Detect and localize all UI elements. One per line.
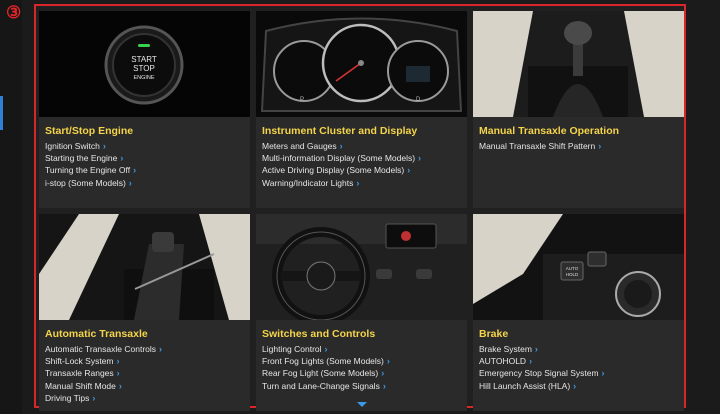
sidebar-active-indicator xyxy=(0,96,3,130)
chevron-right-icon: › xyxy=(598,141,602,151)
link-transaxle-ranges[interactable]: Transaxle Ranges › xyxy=(45,367,246,379)
chevron-right-icon: › xyxy=(159,344,163,354)
chevron-right-icon: › xyxy=(382,380,386,391)
link-emergency-stop-signal[interactable]: Emergency Stop Signal System › xyxy=(479,367,680,379)
link-manual-shift-pattern[interactable]: Manual Transaxle Shift Pattern › xyxy=(479,140,680,152)
card-start-stop-engine: START STOP ENGINE Start/Stop Engine Igni… xyxy=(39,11,250,208)
chevron-right-icon: › xyxy=(120,153,124,164)
chevron-right-icon: › xyxy=(601,368,605,379)
start-text: START xyxy=(131,55,157,64)
chevron-right-icon: › xyxy=(381,368,385,379)
link-meters-gauges[interactable]: Meters and Gauges › xyxy=(262,140,463,152)
chevron-right-icon: › xyxy=(418,153,422,164)
link-autohold[interactable]: AUTOHOLD › xyxy=(479,355,680,367)
link-automatic-transaxle-controls[interactable]: Automatic Transaxle Controls › xyxy=(45,343,246,355)
auto-text: AUTO xyxy=(566,266,579,271)
section-title[interactable]: Switches and Controls xyxy=(262,327,463,341)
chevron-right-icon: › xyxy=(534,344,538,354)
link-hill-launch-assist[interactable]: Hill Launch Assist (HLA) › xyxy=(479,380,680,392)
scroll-down-icon[interactable] xyxy=(357,402,367,407)
link-driving-tips[interactable]: Driving Tips › xyxy=(45,392,246,404)
stop-text: STOP xyxy=(133,64,155,73)
gear-p-text: P xyxy=(300,97,304,103)
steering-wheel-image[interactable] xyxy=(256,214,467,320)
chevron-right-icon: › xyxy=(407,165,411,176)
chevron-right-icon: › xyxy=(92,392,96,403)
chevron-right-icon: › xyxy=(133,165,137,176)
chevron-right-icon: › xyxy=(386,356,390,367)
chevron-right-icon: › xyxy=(116,356,120,367)
section-title[interactable]: Instrument Cluster and Display xyxy=(262,124,463,138)
automatic-shifter-image[interactable] xyxy=(39,214,250,320)
gear-d-text: D xyxy=(416,97,421,103)
link-lighting-control[interactable]: Lighting Control › xyxy=(262,343,463,355)
hold-text: HOLD xyxy=(566,272,579,277)
instrument-cluster-image[interactable]: P D xyxy=(256,11,467,117)
link-active-driving-display[interactable]: Active Driving Display (Some Models) › xyxy=(262,164,463,176)
chevron-right-icon: › xyxy=(573,380,577,391)
chevron-right-icon: › xyxy=(102,141,106,151)
chevron-right-icon: › xyxy=(118,380,122,391)
brake-controls-image[interactable]: AUTO HOLD xyxy=(473,214,684,320)
callout-number-badge: ③ xyxy=(6,3,22,22)
start-stop-button-image[interactable]: START STOP ENGINE xyxy=(39,11,250,117)
chevron-right-icon: › xyxy=(356,177,360,188)
section-title[interactable]: Brake xyxy=(479,327,680,341)
link-rear-fog-light[interactable]: Rear Fog Light (Some Models) › xyxy=(262,367,463,379)
card-instrument-cluster: P D Instrument Cluster and Display Meter… xyxy=(256,11,467,208)
link-front-fog-lights[interactable]: Front Fog Lights (Some Models) › xyxy=(262,355,463,367)
link-multi-information-display[interactable]: Multi-information Display (Some Models) › xyxy=(262,152,463,164)
link-shift-lock-system[interactable]: Shift-Lock System › xyxy=(45,355,246,367)
chevron-right-icon: › xyxy=(116,368,120,379)
link-warning-indicator-lights[interactable]: Warning/Indicator Lights › xyxy=(262,177,463,189)
manual-shifter-image[interactable] xyxy=(473,11,684,117)
chevron-right-icon: › xyxy=(339,141,343,151)
chevron-right-icon: › xyxy=(324,344,328,354)
card-automatic-transaxle: Automatic Transaxle Automatic Transaxle … xyxy=(39,214,250,411)
chevron-right-icon: › xyxy=(128,177,132,188)
section-title[interactable]: Manual Transaxle Operation xyxy=(479,124,680,138)
link-turning-engine-off[interactable]: Turning the Engine Off › xyxy=(45,164,246,176)
link-ignition-switch[interactable]: Ignition Switch › xyxy=(45,140,246,152)
section-title[interactable]: Automatic Transaxle xyxy=(45,327,246,341)
link-brake-system[interactable]: Brake System › xyxy=(479,343,680,355)
card-switches-controls: Switches and Controls Lighting Control › … xyxy=(256,214,467,411)
link-manual-shift-mode[interactable]: Manual Shift Mode › xyxy=(45,380,246,392)
section-grid: START STOP ENGINE Start/Stop Engine Igni… xyxy=(39,11,684,411)
card-manual-transaxle: Manual Transaxle Operation Manual Transa… xyxy=(473,11,684,208)
link-turn-lane-change-signals[interactable]: Turn and Lane-Change Signals › xyxy=(262,380,463,392)
link-i-stop[interactable]: i-stop (Some Models) › xyxy=(45,177,246,189)
chevron-right-icon: › xyxy=(529,356,533,367)
engine-text: ENGINE xyxy=(133,75,154,81)
link-starting-engine[interactable]: Starting the Engine › xyxy=(45,152,246,164)
left-sidebar-strip xyxy=(0,0,22,414)
section-title[interactable]: Start/Stop Engine xyxy=(45,124,246,138)
card-brake: AUTO HOLD Brake Brake System › AUTOHOLD › … xyxy=(473,214,684,411)
